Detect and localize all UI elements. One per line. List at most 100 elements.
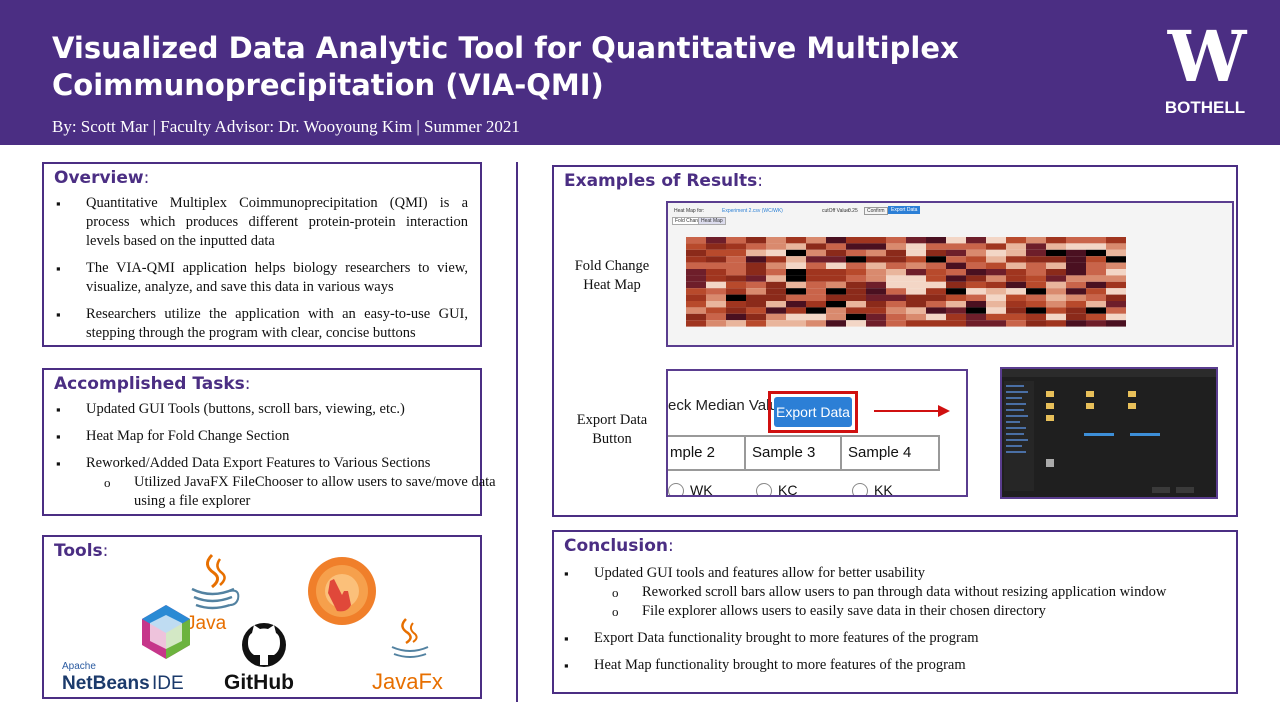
heatmap-cell	[946, 237, 966, 244]
heatmap-cell	[826, 313, 846, 321]
heatmap-cell	[946, 294, 966, 301]
heatmap-cell	[866, 281, 886, 289]
heatmap-cell	[806, 301, 826, 308]
heatmap-cell	[946, 262, 966, 269]
heatmap-cell	[726, 288, 746, 295]
heatmap-cell	[766, 281, 786, 289]
heatmap-cell	[686, 294, 706, 301]
heatmap-cell	[706, 281, 726, 289]
heatmap-cell	[1026, 256, 1046, 263]
heatmap-cell	[746, 320, 766, 327]
poster-byline: By: Scott Mar | Faculty Advisor: Dr. Woo…	[52, 117, 520, 136]
heatmap-cell	[766, 256, 786, 263]
export-data-button[interactable]: Export Data	[774, 397, 852, 427]
heatmap-cell	[686, 262, 706, 269]
heatmap-cell	[1106, 294, 1126, 301]
heatmap-cell	[1046, 301, 1066, 308]
heatmap-cell	[906, 243, 926, 250]
heatmap-cell	[986, 275, 1006, 282]
heatmap-cell	[706, 320, 726, 327]
heatmap-cell	[926, 269, 946, 276]
javafx-logo-icon: JavaFx	[372, 618, 443, 694]
heatmap-cell	[826, 237, 846, 244]
heatmap-cell	[706, 288, 726, 295]
heatmap-cell	[1106, 275, 1126, 282]
hm-confirm-button[interactable]: Confirm	[864, 207, 888, 215]
heatmap-cell	[806, 243, 826, 250]
heatmap-cell	[886, 237, 906, 244]
radio-label: KK	[874, 482, 893, 497]
list-item: Updated GUI tools and features allow for…	[564, 564, 1224, 621]
heatmap-cell	[846, 249, 866, 257]
export-caption: Export Data Button	[576, 412, 648, 447]
heatmap-cell	[926, 320, 946, 327]
heatmap-cell	[1006, 262, 1026, 269]
heatmap-cell	[906, 269, 926, 276]
heatmap-cell	[926, 275, 946, 282]
heatmap-cell	[1026, 313, 1046, 321]
svg-text:Apache: Apache	[62, 661, 96, 672]
heatmap-cell	[706, 243, 726, 250]
overview-heading: Overview:	[54, 168, 150, 188]
heatmap-cell	[726, 313, 746, 321]
logo-letter: W	[1167, 15, 1247, 98]
heatmap-cell	[926, 288, 946, 295]
heatmap-cell	[1066, 243, 1086, 250]
heatmap-cell	[806, 294, 826, 301]
heatmap-cell	[786, 262, 806, 269]
list-item: Heat Map for Fold Change Section	[56, 427, 468, 446]
radio-button[interactable]	[852, 483, 868, 495]
hm-toolbar-label: Heat Map for:	[674, 208, 705, 214]
heatmap-cell	[1106, 262, 1126, 269]
heatmap-cell	[826, 301, 846, 308]
heatmap-cell	[986, 269, 1006, 276]
heatmap-cell	[1066, 256, 1086, 263]
heatmap-cell	[946, 288, 966, 295]
radio-button[interactable]	[756, 483, 772, 495]
poster-header: Visualized Data Analytic Tool for Quanti…	[0, 0, 1280, 145]
heatmap-cell	[726, 249, 746, 257]
heatmap-cell	[1006, 275, 1026, 282]
heatmap-cell	[726, 320, 746, 327]
heatmap-cell	[946, 256, 966, 263]
accomplished-tasks-section: Accomplished Tasks: Updated GUI Tools (b…	[42, 368, 496, 516]
heatmap-cell	[986, 249, 1006, 257]
poster-title: Visualized Data Analytic Tool for Quanti…	[52, 31, 959, 102]
heatmap-cell	[766, 307, 786, 314]
heatmap-cell	[926, 294, 946, 301]
tab-heat-map[interactable]: Heat Map	[698, 217, 726, 225]
results-section: Examples of Results: Fold Change Heat Map…	[552, 165, 1238, 517]
heatmap-cell	[706, 301, 726, 308]
sub-list-item: File explorer allows users to easily sav…	[594, 602, 1254, 621]
github-logo-icon: GitHub	[224, 623, 294, 694]
heatmap-cell	[806, 262, 826, 269]
heatmap-cell	[986, 256, 1006, 263]
heatmap-cell	[726, 243, 746, 250]
conclusion-section: Conclusion: Updated GUI tools and featur…	[552, 530, 1238, 694]
heatmap-cell	[806, 249, 826, 257]
heatmap-cell	[786, 249, 806, 257]
radio-button[interactable]	[668, 483, 684, 495]
heatmap-cell	[1026, 243, 1046, 250]
heatmap-grid	[686, 237, 1126, 327]
heatmap-cell	[726, 237, 746, 244]
radio-label: WK	[690, 482, 713, 497]
netbeans-logo-icon: Apache NetBeans IDE	[62, 605, 190, 694]
heatmap-cell	[746, 301, 766, 308]
heatmap-cell	[706, 275, 726, 282]
heatmap-cell	[746, 281, 766, 289]
heatmap-cell	[966, 320, 986, 327]
heatmap-cell	[1086, 243, 1106, 250]
heatmap-cell	[906, 262, 926, 269]
hm-export-button[interactable]: Export Data	[888, 206, 921, 214]
heatmap-cell	[846, 237, 866, 244]
heatmap-cell	[1026, 294, 1046, 301]
heatmap-cell	[746, 307, 766, 314]
heatmap-cell	[1026, 301, 1046, 308]
heatmap-cell	[866, 269, 886, 276]
heatmap-cell	[846, 294, 866, 301]
heatmap-cell	[1006, 288, 1026, 295]
heatmap-cell	[746, 313, 766, 321]
heatmap-cell	[686, 313, 706, 321]
heatmap-cell	[886, 281, 906, 289]
